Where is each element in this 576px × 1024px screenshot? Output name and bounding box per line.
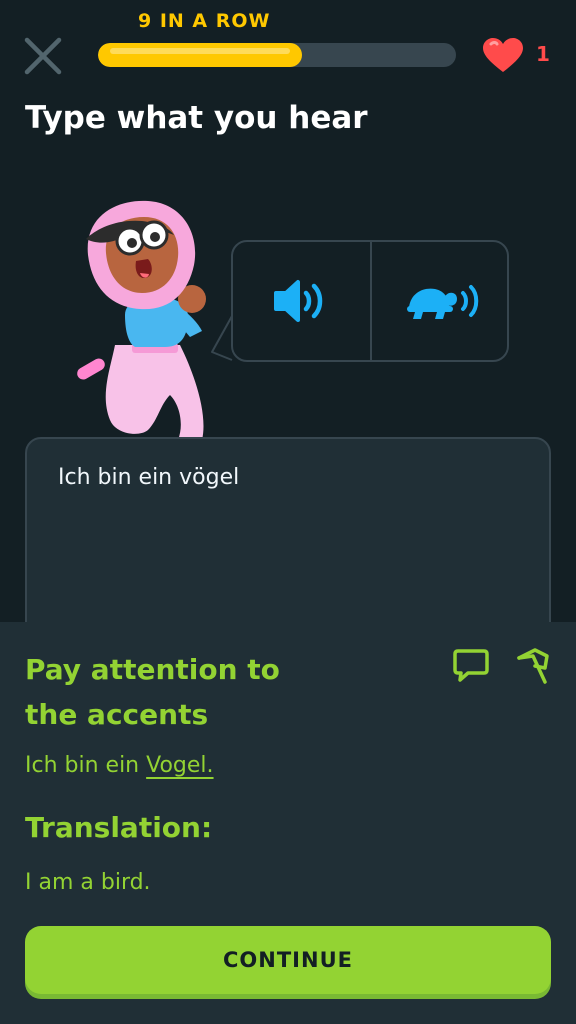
feedback-heading-line1: Pay attention to (25, 653, 280, 686)
turtle-icon (406, 285, 478, 319)
correct-answer-prefix: Ich bin ein (25, 753, 147, 778)
translation-heading: Translation: (25, 811, 213, 844)
close-icon[interactable] (22, 35, 64, 77)
comment-icon[interactable] (452, 648, 490, 684)
feedback-panel: Pay attention to the accents Ich bin ein… (0, 622, 576, 1024)
answer-input-value: Ich bin ein vögel (58, 465, 240, 490)
top-bar: 9 IN A ROW 1 (0, 0, 576, 100)
play-audio-button[interactable] (233, 242, 372, 360)
flag-icon[interactable] (515, 646, 551, 684)
audio-speech-bubble (231, 240, 509, 362)
correct-answer: Ich bin ein Vogel. (25, 753, 214, 778)
progress-shine (110, 48, 291, 54)
page-title: Type what you hear (25, 100, 368, 136)
continue-button[interactable]: CONTINUE (25, 926, 551, 994)
progress-bar (98, 43, 456, 67)
character-illustration (77, 200, 206, 440)
streak-label: 9 IN A ROW (138, 10, 271, 32)
lives-count: 1 (536, 42, 550, 66)
translation-text: I am a bird. (25, 870, 151, 895)
feedback-heading: Pay attention to the accents (25, 647, 280, 737)
progress-fill (98, 43, 303, 67)
heart-icon (483, 38, 523, 72)
speaker-icon (273, 280, 322, 322)
feedback-heading-line2: the accents (25, 698, 209, 731)
correct-answer-highlight: Vogel. (146, 753, 214, 778)
play-slow-audio-button[interactable] (372, 242, 509, 360)
